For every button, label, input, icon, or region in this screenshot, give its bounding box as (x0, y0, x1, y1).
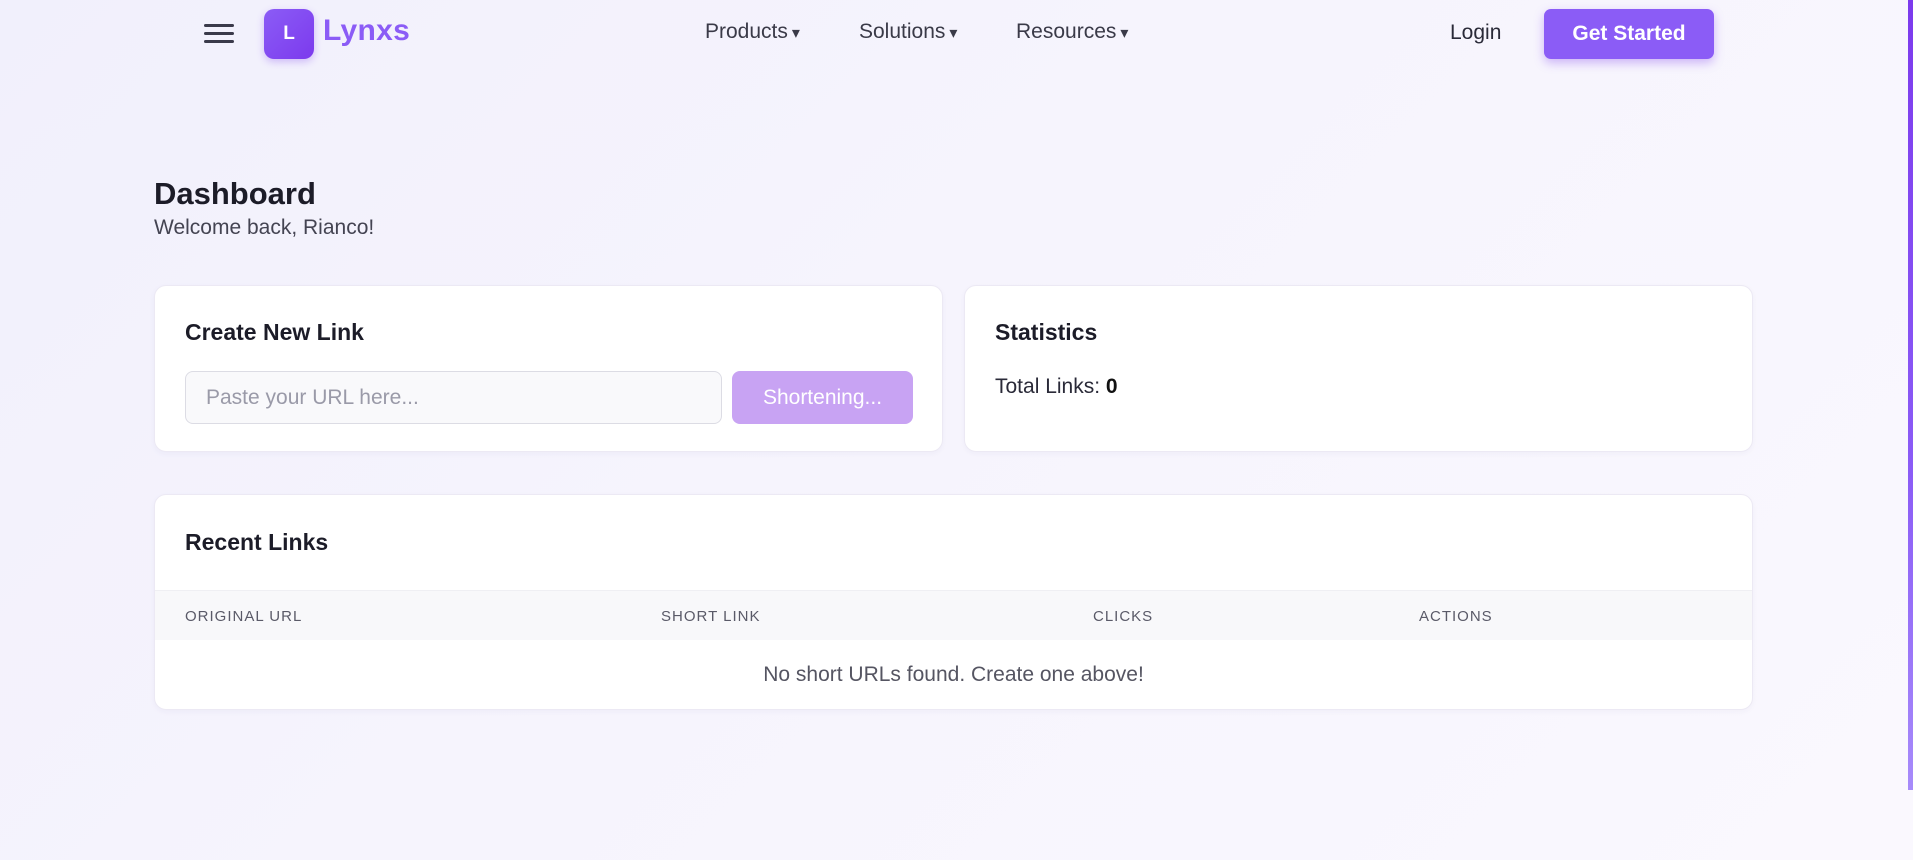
nav-label: Resources (1016, 20, 1117, 43)
nav-label: Solutions (859, 20, 946, 43)
welcome-message: Welcome back, Rianco! (154, 216, 375, 239)
statistics-card: Statistics Total Links: 0 (964, 285, 1753, 452)
nav-label: Products (705, 20, 788, 43)
table-header: ORIGINAL URL SHORT LINK CLICKS ACTIONS (155, 590, 1752, 640)
login-link[interactable]: Login (1450, 21, 1501, 45)
total-links-stat: Total Links: 0 (995, 375, 1118, 399)
nav-resources[interactable]: Resources ▾ (1016, 20, 1128, 44)
card-title: Recent Links (185, 529, 329, 555)
total-links-label: Total Links: (995, 375, 1101, 398)
chevron-down-icon: ▾ (949, 25, 958, 42)
create-link-card: Create New Link Shortening... (154, 285, 943, 452)
card-title: Statistics (995, 319, 1098, 345)
total-links-value: 0 (1105, 375, 1118, 398)
shorten-button[interactable]: Shortening... (732, 371, 913, 424)
nav-solutions[interactable]: Solutions ▾ (859, 20, 957, 44)
logo-badge[interactable]: L (264, 9, 314, 59)
chevron-down-icon: ▾ (1120, 25, 1129, 42)
hamburger-menu-icon[interactable] (202, 22, 236, 46)
get-started-button[interactable]: Get Started (1544, 9, 1714, 59)
top-navbar: L Lynxs Products ▾ Solutions ▾ Resources ▾ … (0, 0, 1913, 68)
recent-links-card: Recent Links ORIGINAL URL SHORT LINK CLI… (154, 494, 1753, 710)
column-header-clicks: CLICKS (1093, 608, 1154, 625)
url-input[interactable] (185, 371, 722, 424)
page-edge-accent (1908, 0, 1913, 790)
card-title: Create New Link (185, 319, 364, 345)
brand-name[interactable]: Lynxs (323, 14, 410, 48)
chevron-down-icon: ▾ (791, 25, 800, 42)
empty-state-message: No short URLs found. Create one above! (763, 663, 1144, 686)
nav-products[interactable]: Products ▾ (705, 20, 800, 44)
page-title: Dashboard (154, 176, 316, 211)
column-header-actions: ACTIONS (1419, 608, 1493, 625)
column-header-short-link: SHORT LINK (661, 608, 761, 625)
column-header-original-url: ORIGINAL URL (185, 608, 303, 625)
